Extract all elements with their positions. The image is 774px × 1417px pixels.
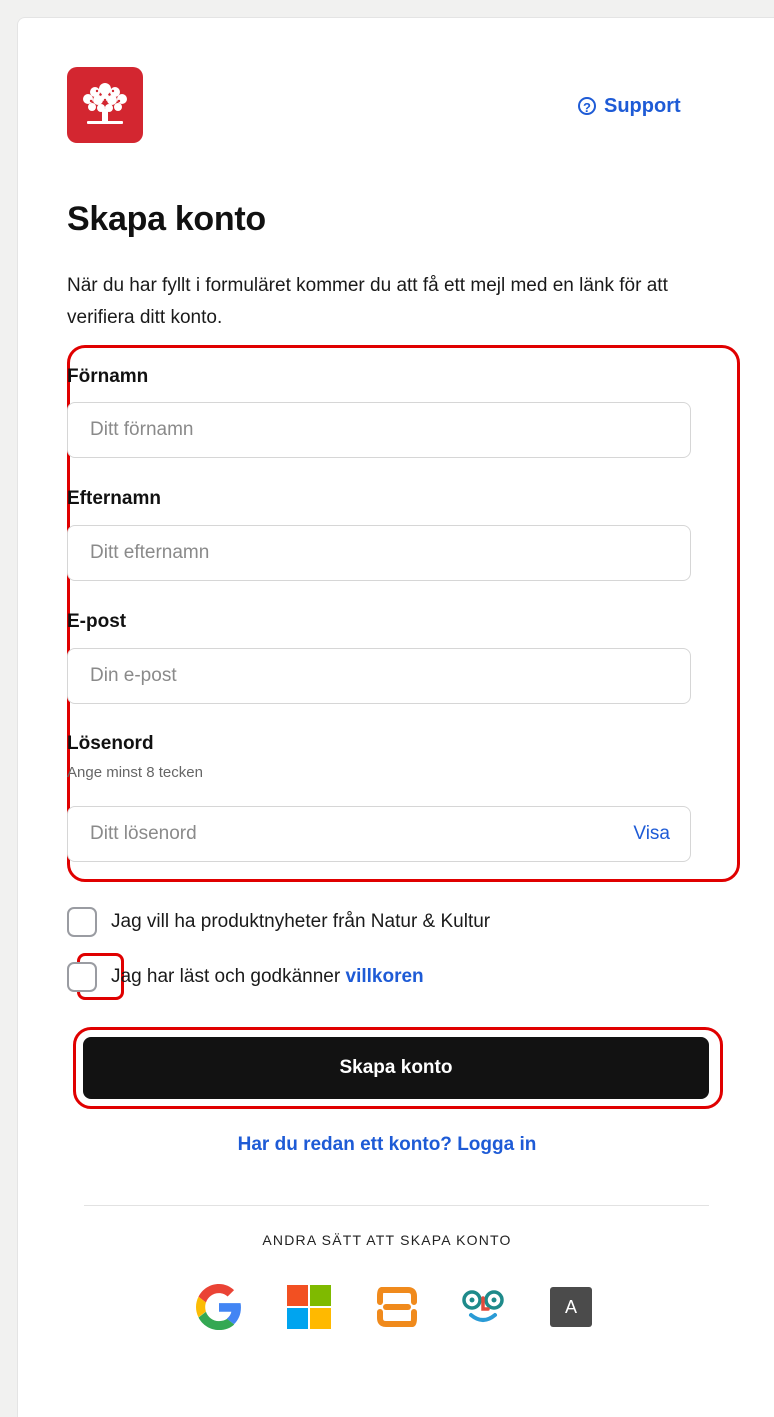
email-input[interactable] xyxy=(88,664,670,688)
skolon-icon[interactable] xyxy=(374,1284,420,1335)
page-title: Skapa konto xyxy=(67,200,266,238)
email-label: E-post xyxy=(67,611,127,632)
microsoft-icon[interactable] xyxy=(287,1285,331,1334)
create-account-button[interactable]: Skapa konto xyxy=(83,1037,709,1099)
show-password-toggle[interactable]: Visa xyxy=(633,823,670,845)
terms-link[interactable]: villkoren xyxy=(346,966,424,987)
intro-text: När du har fyllt i formuläret kommer du … xyxy=(67,275,668,328)
first-name-label: Förnamn xyxy=(67,366,149,387)
password-label: Lösenord xyxy=(67,733,154,754)
password-input[interactable] xyxy=(88,822,634,846)
last-name-label: Efternamn xyxy=(67,488,161,509)
password-field[interactable]: Visa xyxy=(67,806,691,862)
terms-prefix: Jag har läst och godkänner xyxy=(111,966,341,987)
newsletter-row: Jag vill ha produktnyheter från Natur & … xyxy=(67,907,490,937)
alternative-signup-title: ANDRA SÄTT ATT SKAPA KONTO xyxy=(262,1232,512,1248)
terms-label: Jag har läst och godkänner villkoren xyxy=(111,966,424,988)
a-icon-label: A xyxy=(564,1297,577,1317)
first-name-field[interactable] xyxy=(67,402,691,458)
google-icon[interactable] xyxy=(196,1284,242,1335)
provider-list: A xyxy=(0,1284,774,1334)
newsletter-label: Jag vill ha produktnyheter från Natur & … xyxy=(111,911,491,932)
newsletter-checkbox[interactable] xyxy=(67,907,97,937)
password-hint: Ange minst 8 tecken xyxy=(67,764,203,781)
email-field[interactable] xyxy=(67,648,691,704)
terms-checkbox[interactable] xyxy=(67,962,97,992)
divider xyxy=(84,1205,709,1206)
help-circle-icon: ? xyxy=(578,97,596,115)
tree-logo-icon xyxy=(67,67,143,143)
first-name-input[interactable] xyxy=(88,418,670,442)
last-name-field[interactable] xyxy=(67,525,691,581)
last-name-input[interactable] xyxy=(88,541,670,565)
terms-row: Jag har läst och godkänner villkoren xyxy=(67,962,424,992)
support-link[interactable]: ? Support xyxy=(578,94,681,118)
login-link[interactable]: Har du redan ett konto? Logga in xyxy=(0,1134,774,1156)
a-icon[interactable]: A xyxy=(550,1287,592,1327)
face-logo-icon[interactable] xyxy=(458,1289,508,1332)
support-label: Support xyxy=(604,94,681,117)
